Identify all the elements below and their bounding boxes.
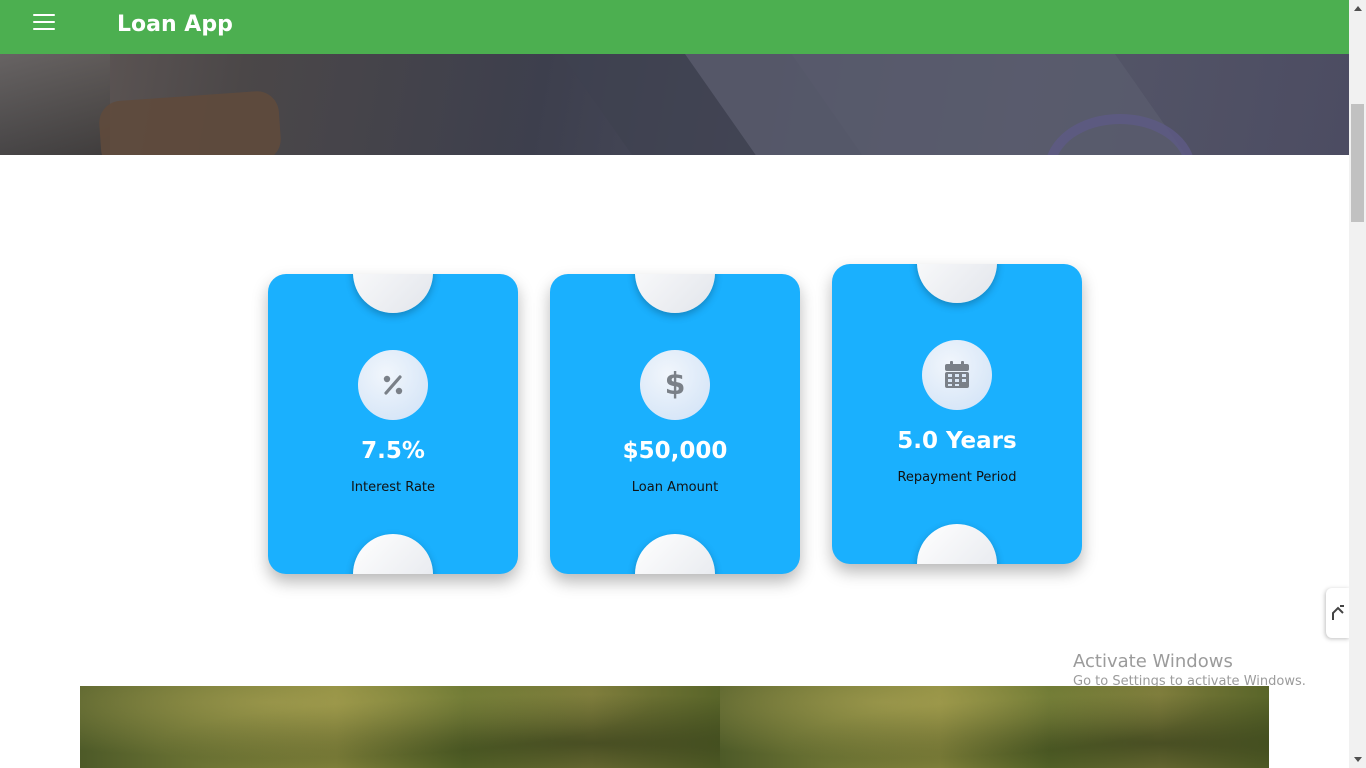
gallery-image	[720, 686, 1269, 768]
watermark-title: Activate Windows	[1073, 651, 1233, 672]
activation-watermark: Activate Windows Go to Settings to activ…	[1073, 651, 1306, 689]
calendar-icon	[922, 340, 992, 410]
card-value: 5.0 Years	[897, 428, 1017, 454]
dollar-icon: $	[640, 350, 710, 420]
card-label: Repayment Period	[897, 470, 1017, 485]
app-title: Loan App	[117, 12, 233, 37]
card-notch-top	[917, 264, 997, 303]
card-value: $50,000	[622, 438, 728, 464]
scrollbar-thumb[interactable]	[1351, 104, 1364, 222]
menu-icon[interactable]	[33, 14, 55, 34]
card-label: Loan Amount	[631, 480, 719, 495]
gallery-image	[80, 686, 720, 768]
card-label: Interest Rate	[350, 480, 436, 495]
share-icon	[1332, 605, 1344, 620]
card-notch-bottom	[353, 534, 433, 574]
app-bar: Loan App	[0, 0, 1349, 54]
vertical-scrollbar[interactable]	[1349, 0, 1366, 768]
interest-rate-card: 7.5% Interest Rate	[268, 274, 518, 574]
loan-amount-card: $ $50,000 Loan Amount	[550, 274, 800, 574]
card-notch-bottom	[917, 524, 997, 564]
scroll-down-icon[interactable]	[1349, 751, 1366, 768]
side-widget-tab[interactable]	[1326, 588, 1350, 638]
repayment-period-card: 5.0 Years Repayment Period	[832, 264, 1082, 564]
card-value: 7.5%	[361, 438, 425, 464]
percent-icon	[358, 350, 428, 420]
bottom-gallery	[80, 686, 1269, 768]
scroll-up-icon[interactable]	[1349, 0, 1366, 17]
hero-image	[0, 54, 1349, 155]
card-notch-top	[353, 274, 433, 313]
card-notch-bottom	[635, 534, 715, 574]
card-notch-top	[635, 274, 715, 313]
